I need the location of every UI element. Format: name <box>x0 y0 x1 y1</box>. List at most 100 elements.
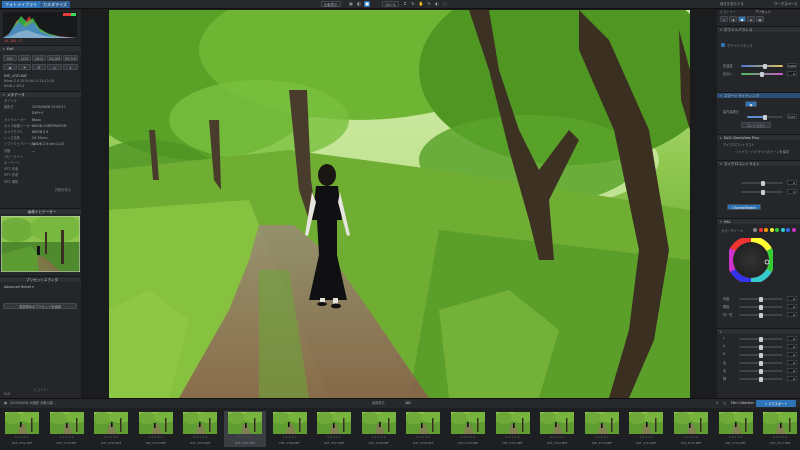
mask-icon[interactable]: ◐ <box>434 1 440 7</box>
thumb-rating[interactable]: ★★★★★ <box>46 435 88 439</box>
zoom-dropdown[interactable]: 100 % <box>382 1 399 7</box>
tab-photolibrary[interactable]: フォトライブラリ <box>2 1 40 8</box>
filmstrip-thumb[interactable]: ★★★★★ DSF_4716.NEF <box>715 411 757 447</box>
color-balance-slider[interactable] <box>739 368 783 374</box>
tone-section-header[interactable]: ▾ スマートライティング <box>717 92 800 98</box>
tab-customize[interactable]: カスタマイズ <box>40 1 70 8</box>
hsl-value[interactable]: 0 <box>787 296 797 301</box>
filmstrip-thumb[interactable]: ★★★★★ DSF_4710.NEF <box>447 411 489 447</box>
hsl-swatch[interactable] <box>764 228 768 232</box>
color-balance-slider[interactable] <box>739 360 783 366</box>
crop-icon[interactable]: ⌗ <box>402 1 408 7</box>
compare-view-button[interactable]: 比較表示 <box>321 1 341 7</box>
selective-value-1[interactable]: 0 <box>787 180 797 185</box>
wb-temp-value[interactable]: 5400 <box>787 63 797 68</box>
apply-preset-button[interactable]: 選択済みのプリセットを適用 <box>3 303 77 309</box>
hsl-slider[interactable] <box>739 296 783 302</box>
grid-icon[interactable]: ▦ <box>348 1 354 7</box>
exif-section-header[interactable]: ▾ Exif <box>0 45 81 51</box>
picker-icon[interactable]: ✎ <box>426 1 432 7</box>
wb-section-header[interactable]: ▾ ホワイトバランス <box>717 26 800 32</box>
thumb-rating[interactable]: ★★★★★ <box>313 435 355 439</box>
mode-btn-4[interactable]: ◎ <box>47 64 62 70</box>
hsl-slider[interactable] <box>739 304 783 310</box>
exif-footer-tab[interactable]: Exif <box>4 392 10 397</box>
metadata-value[interactable]: — <box>32 149 35 154</box>
filmstrip-thumb[interactable]: ★★★★★ DSF_4713.NEF <box>581 411 623 447</box>
view-single-icon[interactable]: ■ <box>364 1 370 7</box>
mode-btn-1[interactable]: ◉ <box>3 64 17 70</box>
thumb-rating[interactable]: ★★★★★ <box>670 435 712 439</box>
hsl-swatch[interactable] <box>780 228 785 232</box>
filmstrip-thumb[interactable]: ★★★★★ DSF_4707.NEF <box>313 411 355 447</box>
hsl-slider[interactable] <box>739 312 783 318</box>
metadata-value[interactable]: 2019/06/08 15:03:17 <box>32 105 66 110</box>
color-balance-value[interactable]: 0 <box>787 376 797 381</box>
rotate-icon[interactable]: ↻ <box>410 1 416 7</box>
filmstrip-thumb[interactable]: ★★★★★ DSF_4704.NEF <box>179 411 221 447</box>
mode-btn-3[interactable]: ☰ <box>32 64 46 70</box>
metadata-value[interactable]: NIKON CORPORATION <box>32 124 66 129</box>
thumb-rating[interactable]: ★★★★★ <box>447 435 489 439</box>
color-balance-slider[interactable] <box>739 336 783 342</box>
contrast-button[interactable]: コントラスト <box>741 122 771 128</box>
preset-editor-header[interactable]: プリセットエディタ <box>0 276 81 282</box>
color-wheel[interactable] <box>729 238 773 282</box>
thumb-rating[interactable]: ★★★★★ <box>269 435 311 439</box>
hsl-swatch[interactable] <box>786 228 790 232</box>
thumb-rating[interactable]: ★★★★★ <box>536 435 578 439</box>
folder-path[interactable]: 2019/06/08 大阪府 大阪公園 ... <box>10 401 57 406</box>
fullscreen-icon[interactable]: ⛶ <box>442 1 448 7</box>
show-corrections-button[interactable]: 補正を表示する <box>718 1 746 7</box>
wb-tint-slider[interactable] <box>741 71 783 77</box>
metadata-value[interactable]: NIKON Z 6 Ver.01.00 <box>32 142 64 147</box>
filmstrip-thumb[interactable]: ★★★★★ DSF_4717.NEF <box>759 411 800 447</box>
wb-checkbox[interactable] <box>721 43 725 47</box>
navigator-thumbnail[interactable] <box>1 216 80 272</box>
hsl-swatch[interactable] <box>775 228 779 232</box>
thumb-rating[interactable]: ★★★★★ <box>358 435 400 439</box>
metadata-value[interactable]: Nikon <box>32 118 41 123</box>
right-tab-history[interactable]: ヒストリー <box>720 10 736 15</box>
mode-btn-5[interactable]: ✦ <box>63 64 78 70</box>
exposure-value[interactable]: 0.00 <box>787 114 797 119</box>
thumb-rating[interactable]: ★★★★★ <box>715 435 757 439</box>
metadata-section-header[interactable]: ▾ メタデータ <box>0 91 81 97</box>
filmstrip-thumb[interactable]: ★★★★★ DSF_4711.NEF <box>492 411 534 447</box>
smart-lighting-toggle[interactable]: ◉ <box>745 101 757 107</box>
hsl-value[interactable]: 0 <box>787 304 797 309</box>
filmstrip-thumb[interactable]: ★★★★★ DSF_4701.NEF <box>46 411 88 447</box>
navigator-header[interactable]: 画像ナビゲーター <box>0 208 81 214</box>
exposure-slider[interactable] <box>747 114 783 120</box>
collection-icon[interactable]: ◫ <box>723 401 726 406</box>
metadata-value[interactable]: NIKON Z 6 <box>32 130 48 135</box>
filmstrip-thumb[interactable]: ★★★★★ DSF_4703.NEF <box>135 411 177 447</box>
filter-light-icon[interactable]: ◑ <box>729 16 737 22</box>
selective-slider-1[interactable] <box>741 180 783 186</box>
filmstrip-thumb[interactable]: ★★★★★ DSF_4705.NEF <box>224 411 266 447</box>
filmstrip-thumb[interactable]: ★★★★★ DSF_4700.NEF <box>1 411 43 447</box>
color-balance-slider[interactable] <box>739 352 783 358</box>
filmstrip-thumb[interactable]: ★★★★★ DSF_4715.NEF <box>670 411 712 447</box>
wb-tint-value[interactable]: 0 <box>787 71 797 76</box>
selective-section-header[interactable]: ▾ マイクロコントラスト <box>717 160 800 166</box>
clearview-section-header[interactable]: ▸ DxO ClearView Plus <box>717 134 800 140</box>
hsl-value[interactable]: 0 <box>787 312 797 317</box>
filmstrip-thumb[interactable]: ★★★★★ DSF_4714.NEF <box>625 411 667 447</box>
color-balance-value[interactable]: 0 <box>787 352 797 357</box>
filter-all-icon[interactable]: ☀ <box>720 16 728 22</box>
color-balance-value[interactable]: 0 <box>787 360 797 365</box>
thumb-rating[interactable]: ★★★★★ <box>402 435 444 439</box>
color-balance-value[interactable]: 0 <box>787 336 797 341</box>
hand-icon[interactable]: ✋ <box>418 1 424 7</box>
right-tab-presets[interactable]: プリセット <box>755 10 771 15</box>
color-balance-slider[interactable] <box>739 376 783 382</box>
wb-temp-slider[interactable] <box>741 63 783 69</box>
color-balance-value[interactable]: 0 <box>787 344 797 349</box>
main-photo[interactable] <box>109 10 690 398</box>
filmstrip-thumb[interactable]: ★★★★★ DSF_4708.NEF <box>358 411 400 447</box>
color-balance-value[interactable]: 0 <box>787 368 797 373</box>
more-link[interactable]: 詳細を表示 <box>55 188 71 193</box>
filmstrip-thumb[interactable]: ★★★★★ DSF_4702.NEF <box>90 411 132 447</box>
filmstrip-thumb[interactable]: ★★★★★ DSF_4706.NEF <box>269 411 311 447</box>
